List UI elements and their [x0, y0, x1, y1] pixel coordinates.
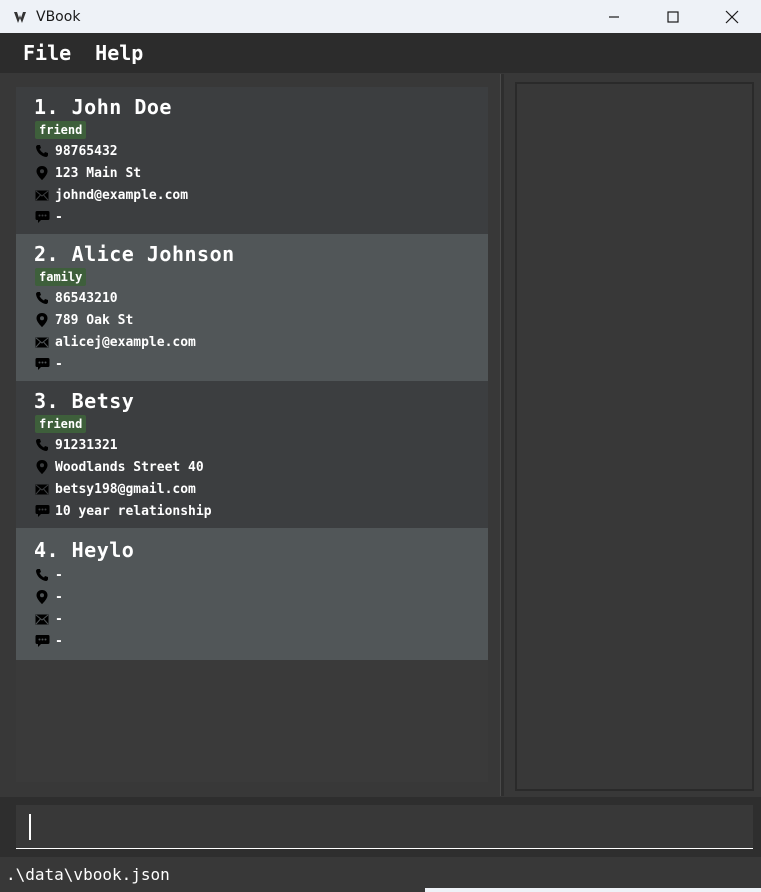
- command-input[interactable]: [16, 805, 753, 849]
- phone-icon: [34, 143, 50, 159]
- person-card[interactable]: 3. Betsy friend 91231321 Woodlands Stree…: [16, 381, 488, 528]
- person-name: 1. John Doe: [34, 95, 172, 119]
- email-text: -: [55, 611, 63, 627]
- menu-file[interactable]: File: [11, 41, 83, 65]
- address-text: 123 Main St: [55, 165, 142, 181]
- remark-text: 10 year relationship: [55, 503, 212, 519]
- email-field: betsy198@gmail.com: [34, 480, 196, 498]
- address-field: Woodlands Street 40: [34, 458, 204, 476]
- email-text: johnd@example.com: [55, 187, 189, 203]
- person-name: 3. Betsy: [34, 389, 135, 413]
- address-text: -: [55, 589, 63, 605]
- remark-field: 10 year relationship: [34, 502, 212, 520]
- close-icon: [725, 10, 738, 23]
- email-field: johnd@example.com: [34, 186, 188, 204]
- tag-badge: friend: [35, 415, 87, 433]
- detail-pane: [504, 74, 761, 796]
- status-accent-line: [425, 888, 761, 892]
- phone-icon: [34, 290, 50, 306]
- window-title: VBook: [36, 8, 81, 25]
- phone-text: 98765432: [55, 143, 118, 159]
- phone-icon: [34, 437, 50, 453]
- phone-field: -: [34, 566, 63, 584]
- envelope-icon: [34, 611, 50, 627]
- phone-text: -: [55, 567, 63, 583]
- location-pin-icon: [34, 459, 50, 475]
- menu-help[interactable]: Help: [83, 41, 155, 65]
- address-field: 123 Main St: [34, 164, 141, 182]
- text-caret: [29, 814, 31, 840]
- minimize-icon: [608, 15, 619, 18]
- email-field: -: [34, 610, 63, 628]
- speech-bubble-icon: [34, 356, 50, 372]
- phone-field: 91231321: [34, 436, 118, 454]
- tag-badge: family: [35, 268, 87, 286]
- remark-text: -: [55, 356, 63, 372]
- remark-field: -: [34, 355, 63, 373]
- maximize-button[interactable]: [643, 0, 702, 33]
- save-location-text: .\data\vbook.json: [6, 865, 170, 884]
- close-button[interactable]: [702, 0, 761, 33]
- location-pin-icon: [34, 165, 50, 181]
- speech-bubble-icon: [34, 633, 50, 649]
- window-controls: [584, 0, 761, 33]
- detail-panel: [515, 82, 754, 791]
- envelope-icon: [34, 187, 50, 203]
- remark-field: -: [34, 208, 63, 226]
- person-card[interactable]: 4. Heylo - - - -: [16, 528, 488, 660]
- phone-text: 91231321: [55, 437, 118, 453]
- email-field: alicej@example.com: [34, 333, 196, 351]
- remark-text: -: [55, 633, 63, 649]
- status-bar: .\data\vbook.json: [0, 857, 761, 892]
- person-card[interactable]: 1. John Doe friend 98765432 123 Main St …: [16, 87, 488, 234]
- envelope-icon: [34, 481, 50, 497]
- maximize-icon: [666, 10, 679, 23]
- address-field: 789 Oak St: [34, 311, 133, 329]
- title-bar: VBook: [0, 0, 761, 33]
- speech-bubble-icon: [34, 209, 50, 225]
- envelope-icon: [34, 334, 50, 350]
- phone-icon: [34, 567, 50, 583]
- phone-field: 98765432: [34, 142, 118, 160]
- address-text: 789 Oak St: [55, 312, 134, 328]
- email-text: alicej@example.com: [55, 334, 196, 350]
- phone-text: 86543210: [55, 290, 118, 306]
- address-text: Woodlands Street 40: [55, 459, 204, 475]
- remark-text: -: [55, 209, 63, 225]
- person-card[interactable]: 2. Alice Johnson family 86543210 789 Oak…: [16, 234, 488, 381]
- address-field: -: [34, 588, 63, 606]
- command-box: [0, 797, 761, 857]
- menu-bar: File Help: [0, 33, 761, 73]
- phone-field: 86543210: [34, 289, 118, 307]
- person-list[interactable]: 1. John Doe friend 98765432 123 Main St …: [16, 87, 488, 782]
- speech-bubble-icon: [34, 503, 50, 519]
- person-name: 4. Heylo: [34, 538, 135, 562]
- minimize-button[interactable]: [584, 0, 643, 33]
- app-logo-icon: [12, 9, 28, 25]
- person-list-pane: 1. John Doe friend 98765432 123 Main St …: [0, 74, 500, 796]
- location-pin-icon: [34, 589, 50, 605]
- remark-field: -: [34, 632, 63, 650]
- location-pin-icon: [34, 312, 50, 328]
- tag-badge: friend: [35, 121, 87, 139]
- email-text: betsy198@gmail.com: [55, 481, 196, 497]
- person-name: 2. Alice Johnson: [34, 242, 235, 266]
